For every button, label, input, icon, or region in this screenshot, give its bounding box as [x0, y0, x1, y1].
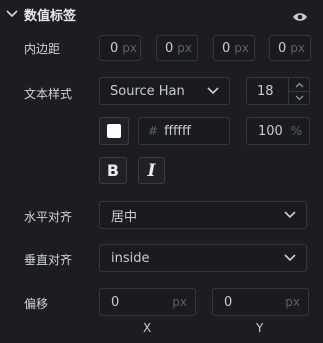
offset-x-input[interactable]: 0 px [99, 288, 196, 316]
opacity-input[interactable]: 100 % [246, 117, 310, 145]
padding-right-value: 0 [165, 40, 174, 56]
font-size-stepper-controls [288, 78, 309, 104]
opacity-value: 100 [258, 123, 283, 139]
padding-bottom-unit: px [234, 41, 249, 55]
padding-right-input[interactable]: 0 px [156, 35, 198, 61]
vertical-align-label: 垂直对齐 [24, 253, 73, 267]
color-hex-value: ffffff [164, 123, 191, 139]
offset-y-value: 0 [224, 294, 233, 310]
offset-label: 偏移 [24, 297, 49, 311]
chevron-up-icon[interactable] [289, 78, 309, 92]
padding-left-input[interactable]: 0 px [269, 35, 311, 61]
padding-right-unit: px [177, 41, 192, 55]
padding-top-input[interactable]: 0 px [99, 35, 141, 61]
padding-top-value: 0 [110, 40, 119, 56]
padding-left-unit: px [290, 41, 305, 55]
padding-label: 内边距 [24, 42, 61, 56]
collapse-chevron-icon[interactable] [4, 6, 20, 22]
offset-x-value: 0 [111, 294, 120, 310]
opacity-unit: % [290, 124, 302, 138]
vertical-align-select[interactable]: inside [99, 244, 307, 272]
hex-prefix: # [148, 124, 159, 138]
section-title: 数值标签 [24, 9, 77, 24]
padding-bottom-value: 0 [222, 40, 231, 56]
text-style-label: 文本样式 [24, 87, 73, 101]
visibility-eye-icon[interactable] [292, 8, 308, 21]
italic-icon: I [147, 160, 156, 181]
vertical-align-value: inside [111, 250, 150, 266]
horizontal-align-select[interactable]: 居中 [99, 201, 307, 229]
offset-y-caption: Y [256, 321, 264, 335]
offset-y-input[interactable]: 0 px [212, 288, 309, 316]
font-size-value: 18 [257, 83, 274, 99]
offset-y-unit: px [285, 295, 300, 309]
chevron-down-icon [284, 208, 296, 223]
color-swatch [107, 124, 121, 138]
font-family-select[interactable]: Source Han [99, 77, 230, 105]
italic-button[interactable]: I [138, 157, 165, 184]
padding-top-unit: px [122, 41, 137, 55]
chevron-down-icon [207, 84, 219, 99]
padding-bottom-input[interactable]: 0 px [213, 35, 255, 61]
horizontal-align-value: 居中 [111, 209, 138, 225]
horizontal-align-label: 水平对齐 [24, 210, 73, 224]
color-swatch-button[interactable] [99, 117, 129, 145]
bold-icon: B [106, 161, 120, 180]
offset-x-unit: px [172, 295, 187, 309]
font-family-value: Source Han [110, 83, 185, 99]
padding-left-value: 0 [278, 40, 287, 56]
chevron-down-small-icon[interactable] [289, 92, 309, 104]
offset-x-caption: X [143, 321, 152, 335]
bold-button[interactable]: B [99, 157, 127, 184]
color-hex-input[interactable]: # ffffff [138, 117, 230, 145]
chevron-down-icon [284, 251, 296, 266]
